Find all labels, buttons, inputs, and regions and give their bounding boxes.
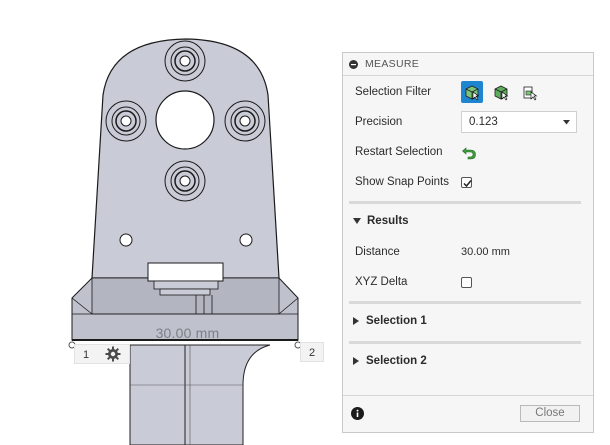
undo-arrow-icon — [462, 147, 476, 160]
part-drawing — [68, 38, 302, 445]
checkmark-icon — [463, 179, 472, 187]
point-1-tag[interactable]: 1 — [74, 344, 130, 364]
body-filter-button[interactable] — [490, 81, 512, 103]
small-hole-left — [119, 233, 133, 247]
precision-row: Precision 0.123 — [355, 110, 583, 134]
bolt-right — [224, 100, 266, 142]
xyz-delta-label: XYZ Delta — [355, 276, 408, 288]
triangle-down-icon — [353, 217, 361, 224]
selection-2-title: Selection 2 — [366, 355, 427, 367]
selection-filter-label: Selection Filter — [355, 86, 432, 98]
restart-selection-button[interactable] — [461, 144, 477, 160]
panel-footer: Close — [343, 395, 593, 432]
body-filter-icon — [494, 85, 509, 101]
selection-1-section-header[interactable]: Selection 1 — [353, 311, 427, 331]
distance-row: Distance 30.00 mm — [355, 240, 583, 264]
triangle-right-icon — [353, 357, 359, 365]
xyz-delta-row: XYZ Delta — [355, 270, 583, 294]
face-filter-icon — [465, 85, 480, 101]
component-filter-icon — [523, 86, 538, 101]
collapse-icon[interactable] — [349, 59, 358, 69]
precision-label: Precision — [355, 116, 403, 128]
bolt-left — [105, 100, 147, 142]
triangle-right-icon — [353, 317, 359, 325]
point-2-tag[interactable]: 2 — [300, 342, 324, 362]
results-title: Results — [367, 215, 409, 227]
point-1-label: 1 — [83, 349, 90, 361]
info-icon[interactable] — [351, 407, 364, 423]
component-filter-button[interactable] — [519, 81, 541, 103]
dimension-label: 30.00 mm — [155, 325, 220, 341]
selection-filter-row: Selection Filter — [355, 80, 583, 104]
panel-title: MEASURE — [365, 58, 420, 70]
snap-points-checkbox[interactable] — [461, 176, 472, 188]
small-hole-right — [239, 233, 253, 247]
center-hole — [155, 90, 215, 150]
chevron-down-icon — [563, 120, 570, 125]
panel-header[interactable]: MEASURE — [343, 53, 593, 76]
results-section-header[interactable]: Results — [353, 211, 409, 231]
model-viewport[interactable]: 30.00 mm 1 2 — [0, 0, 340, 445]
restart-selection-row: Restart Selection — [355, 140, 583, 164]
divider — [349, 301, 581, 304]
face-filter-button[interactable] — [461, 81, 483, 103]
distance-label: Distance — [355, 246, 400, 258]
precision-select[interactable]: 0.123 — [461, 111, 577, 133]
point-2-label: 2 — [308, 347, 316, 359]
snap-points-row: Show Snap Points — [355, 170, 583, 194]
distance-value: 30.00 mm — [461, 246, 510, 258]
bolt-top — [164, 40, 206, 82]
part-shaft — [129, 344, 271, 445]
bolt-bottom — [164, 160, 206, 202]
restart-selection-label: Restart Selection — [355, 146, 443, 158]
snap-points-label: Show Snap Points — [355, 176, 449, 188]
selection-1-title: Selection 1 — [366, 315, 427, 327]
precision-value: 0.123 — [469, 116, 498, 128]
divider — [349, 341, 581, 344]
divider — [349, 201, 581, 204]
close-button[interactable]: Close — [520, 405, 580, 422]
measure-panel: MEASURE Selection Filter Precision 0.123… — [342, 52, 594, 433]
xyz-delta-checkbox[interactable] — [461, 276, 472, 288]
selection-2-section-header[interactable]: Selection 2 — [353, 351, 427, 371]
